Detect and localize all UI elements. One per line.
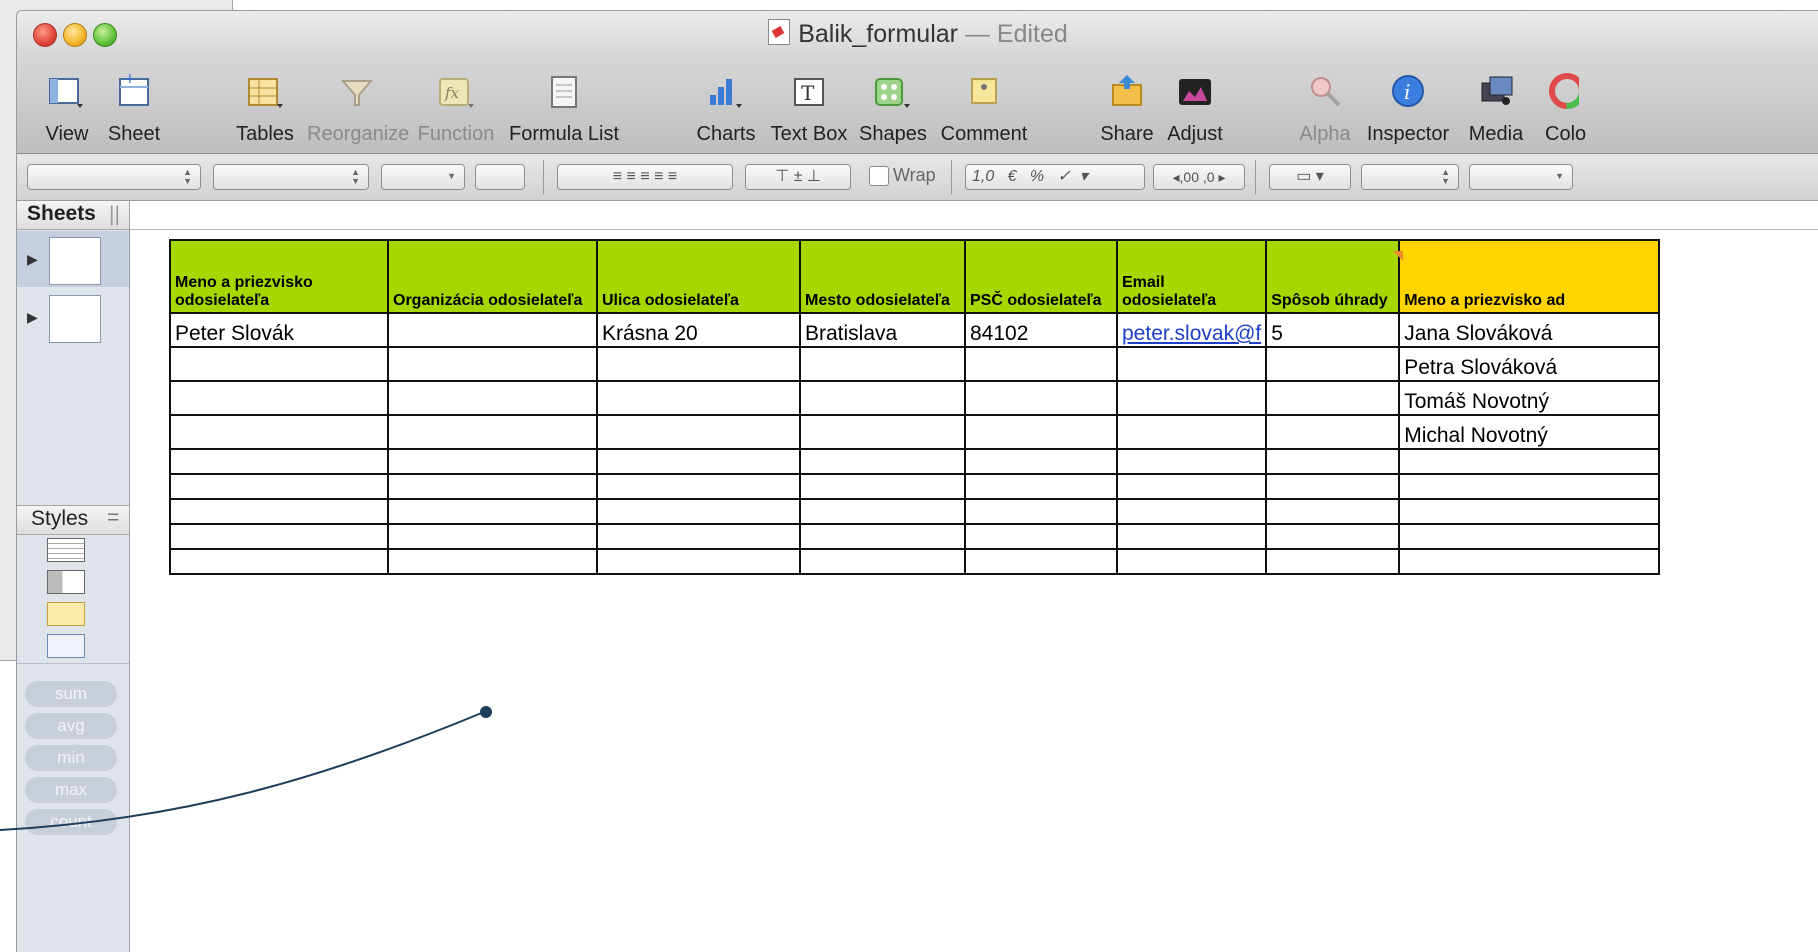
annotation-overlay bbox=[0, 706, 492, 831]
annotation-line bbox=[0, 711, 485, 831]
annotation-dot bbox=[480, 706, 492, 718]
